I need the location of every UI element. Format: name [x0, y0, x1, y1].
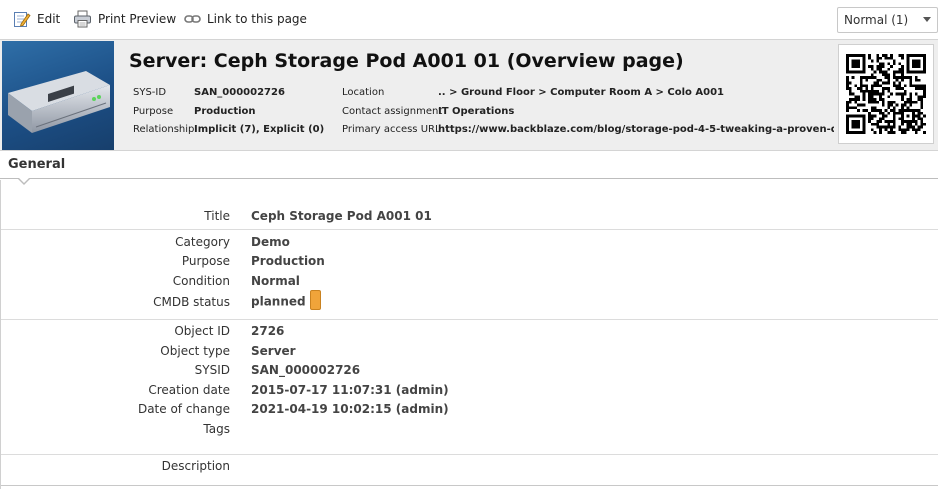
field-value-cmdb-status: planned [251, 290, 321, 310]
field-label-category: Category [175, 235, 230, 249]
qr-code-icon[interactable] [838, 44, 934, 144]
header-purpose-value: Production [194, 106, 256, 117]
field-row-description: Description [1, 459, 938, 478]
field-label-creation-date: Creation date [148, 383, 230, 397]
divider [1, 454, 938, 455]
field-label-date-of-change: Date of change [137, 402, 230, 416]
page-title: Server: Ceph Storage Pod A001 01 (Overvi… [129, 50, 684, 72]
field-row-purpose: Purpose Production [1, 254, 938, 273]
header-relationship-value[interactable]: Implicit (7), Explicit (0) [194, 124, 324, 135]
divider [1, 319, 938, 320]
header-purpose-label: Purpose [133, 106, 174, 117]
field-value-object-type: Server [251, 344, 296, 358]
link-to-page-label: Link to this page [207, 12, 307, 26]
field-value-sysid: SAN_000002726 [251, 363, 361, 377]
field-row-tags: Tags [1, 422, 938, 441]
field-row-condition: Condition Normal [1, 274, 938, 293]
field-label-condition: Condition [172, 274, 230, 288]
cmdb-status-text: planned [251, 294, 306, 309]
field-label-description: Description [161, 459, 230, 473]
field-row-cmdb-status: CMDB status planned [1, 290, 938, 316]
edit-pencil-icon [13, 10, 31, 28]
field-row-object-id: Object ID 2726 [1, 324, 938, 343]
field-label-purpose: Purpose [181, 254, 230, 268]
print-preview-button[interactable]: Print Preview [73, 8, 176, 30]
header-sysid-value: SAN_000002726 [194, 87, 285, 98]
header-relationship-label: Relationship [133, 124, 195, 135]
field-label-title: Title [204, 209, 230, 223]
field-label-sysid: SYSID [194, 363, 230, 377]
field-value-purpose: Production [251, 254, 325, 268]
object-header: Server: Ceph Storage Pod A001 01 (Overvi… [0, 39, 938, 151]
header-url-label: Primary access URL [342, 124, 441, 135]
header-contact-label: Contact assignment [342, 106, 443, 117]
field-row-sysid: SYSID SAN_000002726 [1, 363, 938, 382]
field-value-object-id: 2726 [251, 324, 285, 338]
field-value-title: Ceph Storage Pod A001 01 [251, 209, 432, 223]
field-label-object-id: Object ID [174, 324, 230, 338]
field-row-category: Category Demo [1, 235, 938, 254]
field-row-title: Title Ceph Storage Pod A001 01 [1, 209, 938, 228]
printer-icon [73, 10, 92, 28]
field-label-cmdb-status: CMDB status [153, 295, 230, 309]
view-mode-value: Normal (1) [844, 13, 909, 27]
divider [1, 229, 938, 230]
toolbar: Edit Print Preview Link to this page Nor… [0, 0, 938, 39]
field-value-condition: Normal [251, 274, 300, 288]
header-url-value[interactable]: https://www.backblaze.com/blog/storage-p… [438, 124, 834, 135]
field-value-category: Demo [251, 235, 290, 249]
field-label-tags: Tags [203, 422, 230, 436]
print-preview-label: Print Preview [98, 12, 177, 26]
field-row-creation-date: Creation date 2015-07-17 11:07:31 (admin… [1, 383, 938, 402]
status-color-badge [309, 290, 321, 310]
divider [1, 485, 938, 486]
edit-label: Edit [37, 12, 61, 26]
view-mode-select[interactable]: Normal (1) [837, 7, 938, 33]
chain-link-icon [184, 13, 201, 25]
tab-bar: General [0, 152, 938, 179]
field-value-date-of-change: 2021-04-19 10:02:15 (admin) [251, 402, 449, 416]
field-value-creation-date: 2015-07-17 11:07:31 (admin) [251, 383, 449, 397]
server-image [2, 41, 114, 150]
field-row-object-type: Object type Server [1, 344, 938, 363]
chevron-down-icon [923, 17, 931, 22]
header-location-label: Location [342, 87, 385, 98]
general-section: Title Ceph Storage Pod A001 01 Category … [0, 180, 938, 489]
edit-button[interactable]: Edit [13, 8, 60, 30]
header-contact-value[interactable]: IT Operations [438, 106, 514, 117]
field-label-object-type: Object type [160, 344, 230, 358]
link-to-page-button[interactable]: Link to this page [184, 8, 307, 30]
field-row-date-of-change: Date of change 2021-04-19 10:02:15 (admi… [1, 402, 938, 421]
header-location-value[interactable]: .. > Ground Floor > Computer Room A > Co… [438, 87, 724, 98]
tab-general[interactable]: General [8, 157, 65, 172]
header-sysid-label: SYS-ID [133, 87, 167, 98]
